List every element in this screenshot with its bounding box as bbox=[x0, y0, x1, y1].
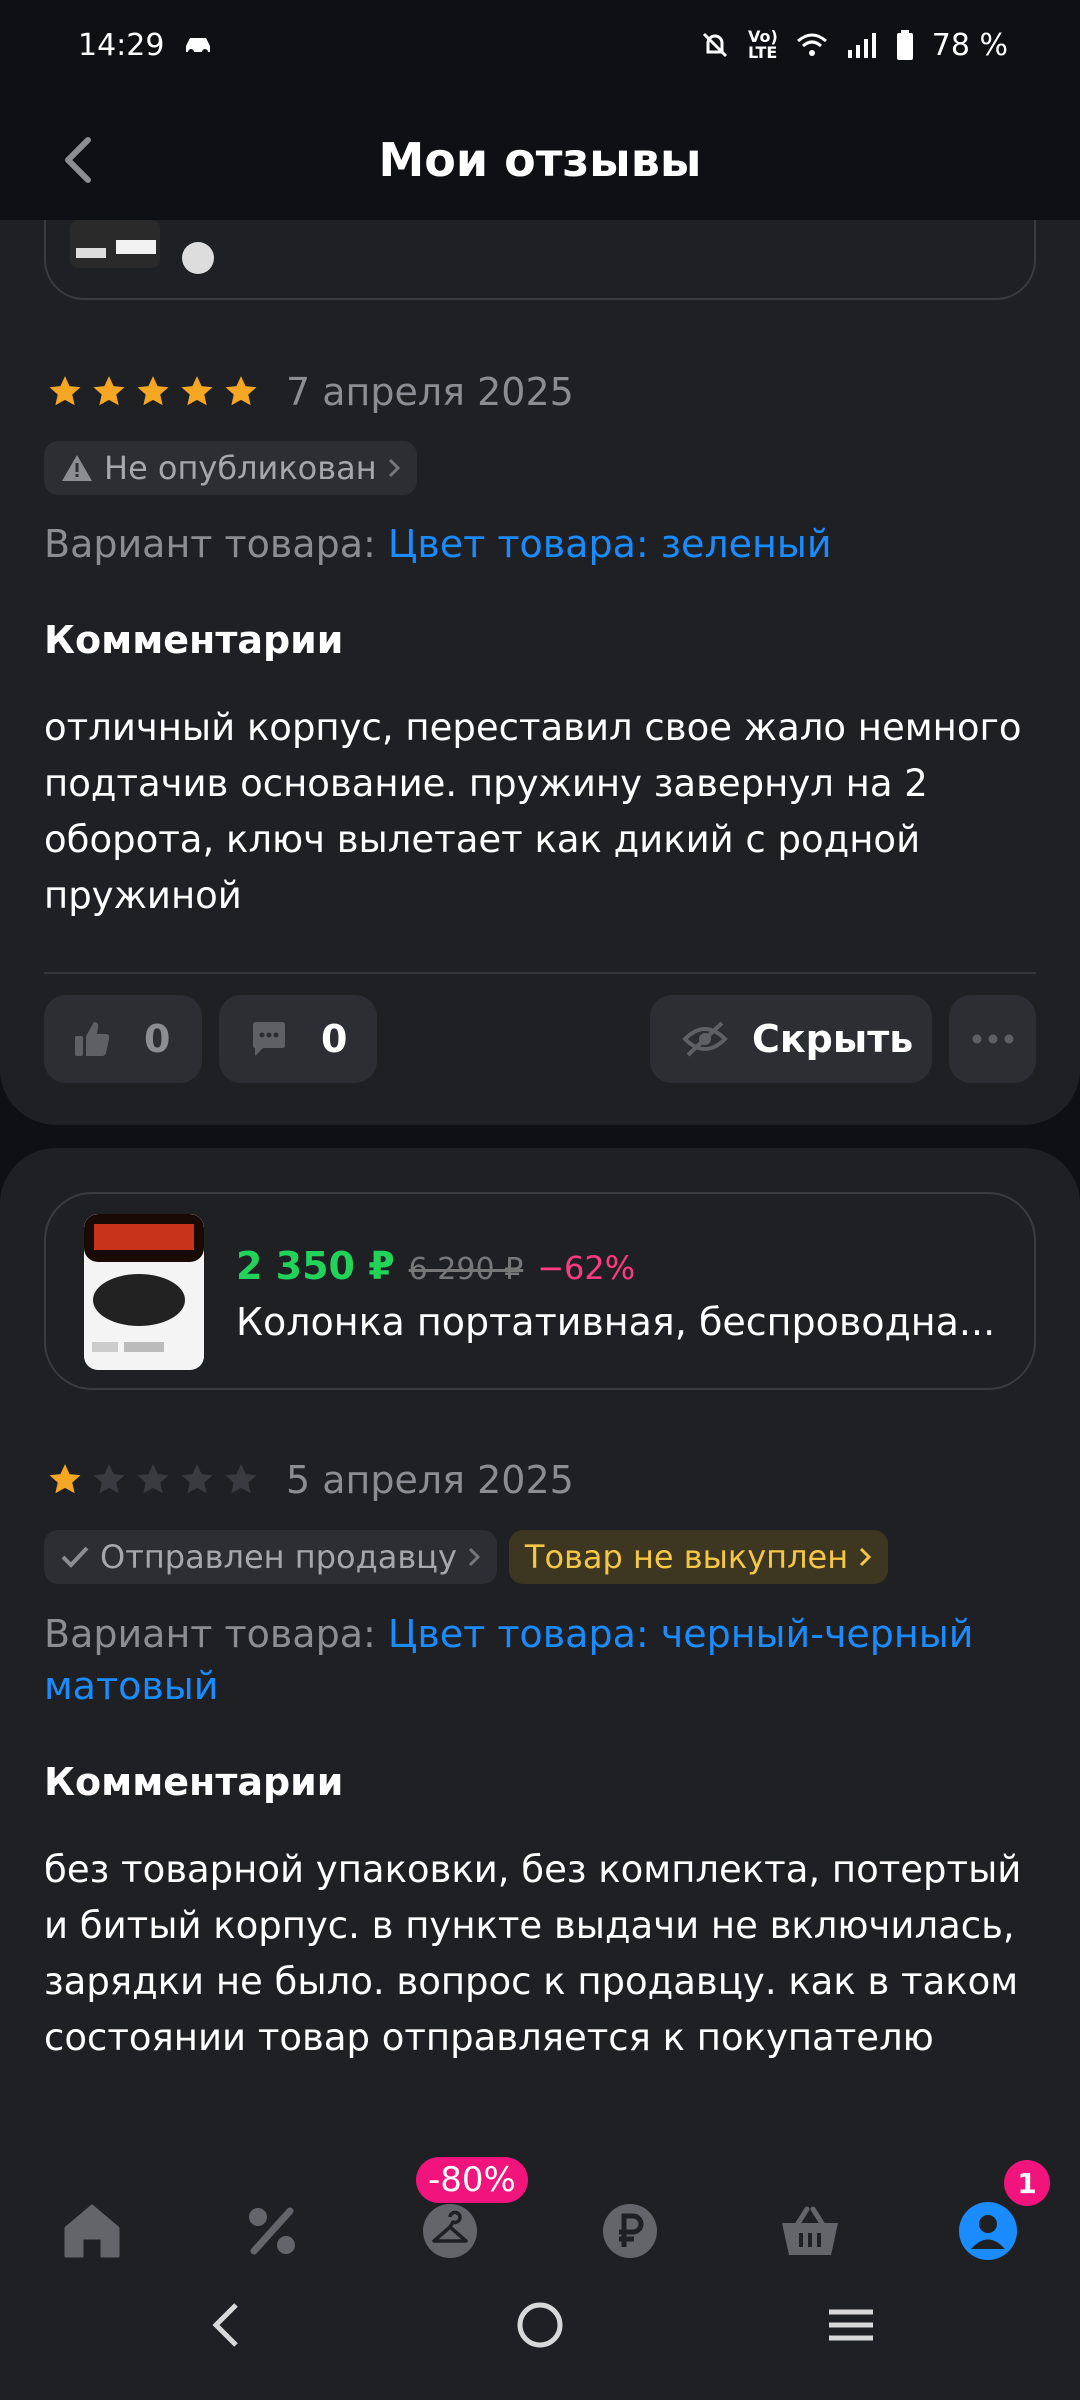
hide-button[interactable]: Скрыть bbox=[650, 995, 932, 1083]
like-button[interactable]: 0 bbox=[44, 995, 202, 1083]
promo-badge: -80% bbox=[416, 2157, 528, 2203]
nav-finance[interactable] bbox=[585, 2186, 675, 2276]
comment-title: Комментарии bbox=[44, 1760, 344, 1804]
comment-icon bbox=[253, 1022, 285, 1056]
signal-icon bbox=[847, 33, 876, 58]
battery-level: 78 % bbox=[931, 27, 1008, 63]
status-chip[interactable]: Не опубликован bbox=[44, 441, 417, 495]
status-time: 14:29 bbox=[78, 27, 165, 63]
variant-row: Вариант товара: Цвет товара: черный-черн… bbox=[44, 1608, 1034, 1712]
old-price: 6 290 ₽ bbox=[408, 1252, 524, 1287]
comments-count: 0 bbox=[321, 1017, 348, 1061]
status-label: Не опубликован bbox=[104, 449, 377, 487]
star-icon bbox=[93, 376, 125, 406]
warning-icon bbox=[62, 455, 92, 481]
status-bar: 14:29 Vo) LTE 78 % bbox=[0, 0, 1080, 90]
star-empty-icon bbox=[93, 1464, 125, 1494]
like-count: 0 bbox=[144, 1017, 171, 1061]
review-card: 2 350 ₽ 6 290 ₽ −62% Колонка портативная… bbox=[0, 1148, 1080, 2148]
wifi-icon bbox=[796, 33, 827, 56]
page-title: Мои отзывы bbox=[378, 133, 702, 187]
star-empty-icon bbox=[137, 1464, 169, 1494]
basket-icon bbox=[782, 2206, 838, 2255]
comments-button[interactable]: 0 bbox=[219, 995, 377, 1083]
comment-text: отличный корпус, переставил свое жало не… bbox=[44, 706, 1022, 917]
nav-discounts[interactable] bbox=[227, 2186, 317, 2276]
header: Мои отзывы bbox=[0, 100, 1080, 220]
star-icon bbox=[181, 376, 213, 406]
rating-row: 7 апреля 2025 bbox=[46, 370, 574, 414]
variant-label: Вариант товара: bbox=[44, 1612, 376, 1656]
mute-icon bbox=[702, 32, 728, 58]
star-empty-icon bbox=[225, 1464, 257, 1494]
status-label: Товар не выкуплен bbox=[524, 1538, 849, 1576]
bottom-nav bbox=[0, 2148, 1080, 2400]
ruble-icon bbox=[603, 2204, 657, 2258]
variant-row: Вариант товара: Цвет товара: зеленый bbox=[44, 518, 1034, 570]
chevron-right-icon bbox=[468, 1547, 481, 1567]
car-icon bbox=[186, 38, 211, 55]
comment-title: Комментарии bbox=[44, 618, 344, 662]
status-chips: Не опубликован bbox=[44, 441, 417, 495]
variant-label: Вариант товара: bbox=[44, 522, 376, 566]
hide-label: Скрыть bbox=[752, 1017, 914, 1061]
chevron-right-icon bbox=[388, 458, 400, 478]
thumbs-up-icon bbox=[75, 1022, 110, 1056]
home-icon bbox=[64, 2204, 120, 2258]
review-date: 5 апреля 2025 bbox=[286, 1458, 574, 1502]
back-arrow-icon[interactable] bbox=[50, 130, 110, 190]
price: 2 350 ₽ bbox=[236, 1244, 395, 1288]
chevron-right-icon bbox=[860, 1547, 872, 1567]
star-icon bbox=[225, 376, 257, 406]
battery-icon bbox=[896, 30, 913, 60]
more-icon bbox=[972, 1034, 1013, 1044]
more-button[interactable] bbox=[949, 995, 1036, 1083]
variant-value[interactable]: Цвет товара: зеленый bbox=[388, 522, 832, 566]
clothes-icon bbox=[423, 2204, 477, 2258]
system-back-icon[interactable] bbox=[206, 2300, 246, 2350]
nav-cart[interactable] bbox=[765, 2186, 855, 2276]
divider bbox=[44, 972, 1036, 974]
comment-text: без товарной упаковки, без комплекта, по… bbox=[44, 1848, 1022, 2059]
discount-icon bbox=[249, 2207, 295, 2255]
check-icon bbox=[61, 1546, 89, 1568]
system-home-icon[interactable] bbox=[515, 2300, 565, 2350]
volte-icon: Vo) LTE bbox=[747, 27, 778, 62]
system-recents-icon[interactable] bbox=[826, 2300, 876, 2350]
status-label: Отправлен продавцу bbox=[100, 1538, 457, 1576]
product-name: Колонка портативная, беспроводна... bbox=[236, 1300, 996, 1344]
status-chip-warning[interactable]: Товар не выкуплен bbox=[508, 1530, 889, 1584]
status-chips: Отправлен продавцу Товар не выкуплен bbox=[44, 1530, 889, 1584]
discount: −62% bbox=[537, 1249, 636, 1287]
status-chip[interactable]: Отправлен продавцу bbox=[44, 1530, 497, 1584]
product-thumbnail bbox=[70, 220, 214, 274]
product-card[interactable]: 2 350 ₽ 6 290 ₽ −62% Колонка портативная… bbox=[44, 1192, 1036, 1390]
star-icon bbox=[137, 376, 169, 406]
star-empty-icon bbox=[181, 1464, 213, 1494]
profile-icon bbox=[959, 2202, 1017, 2260]
star-icon bbox=[49, 376, 81, 406]
star-icon bbox=[49, 1464, 81, 1494]
profile-badge: 1 bbox=[1004, 2160, 1050, 2206]
eye-off-icon bbox=[682, 1021, 728, 1057]
product-thumbnail bbox=[84, 1214, 204, 1370]
rating-row: 5 апреля 2025 bbox=[46, 1458, 574, 1502]
nav-home[interactable] bbox=[47, 2186, 137, 2276]
price-row: 2 350 ₽ 6 290 ₽ −62% bbox=[236, 1244, 635, 1288]
review-card: 7 апреля 2025 Не опубликован Вариант тов… bbox=[0, 220, 1080, 1125]
review-date: 7 апреля 2025 bbox=[286, 370, 574, 414]
